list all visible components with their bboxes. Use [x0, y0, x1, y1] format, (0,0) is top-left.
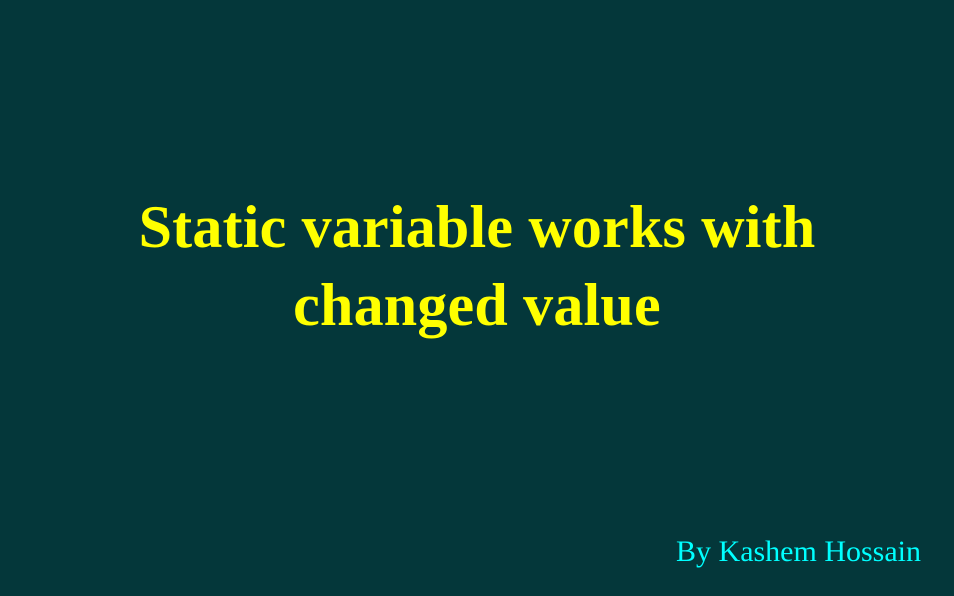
slide-title-line-1: Static variable works with	[138, 194, 816, 260]
author-credit: By Kashem Hossain	[676, 535, 921, 568]
slide-title: Static variable works with changed value	[0, 188, 954, 344]
slide: Static variable works with changed value…	[0, 0, 954, 596]
slide-title-line-2: changed value	[293, 272, 661, 338]
